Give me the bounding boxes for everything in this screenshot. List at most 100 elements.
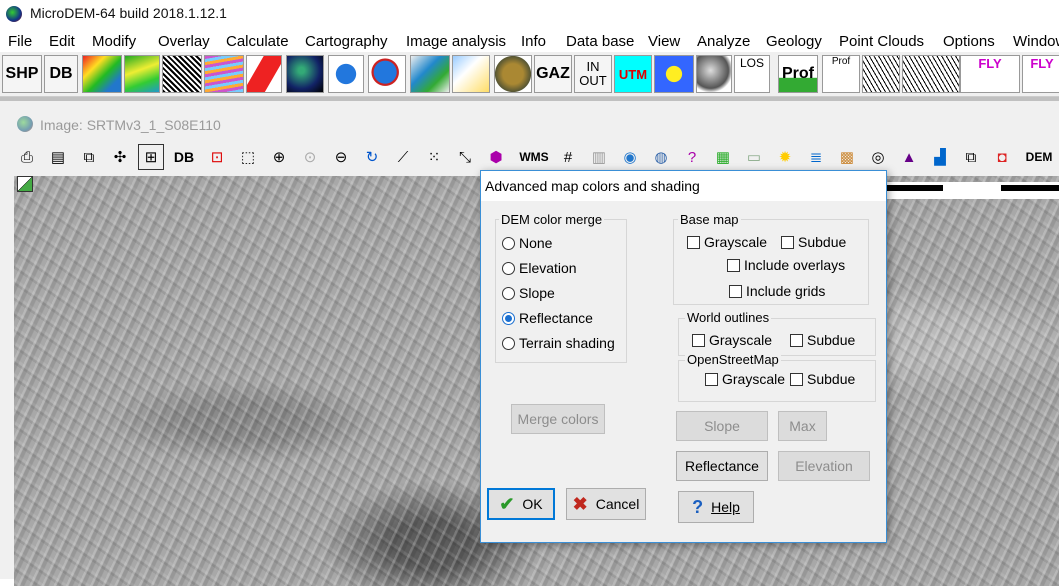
sunburst-icon[interactable]: ✹ <box>772 144 798 170</box>
polygon-tool-icon[interactable]: ⬢ <box>483 144 509 170</box>
profile-small-button[interactable]: Prof <box>822 55 860 93</box>
osm-grayscale-checkbox[interactable]: Grayscale <box>705 371 785 387</box>
hillshade-icon[interactable] <box>162 55 202 93</box>
moon-icon[interactable] <box>696 55 732 93</box>
checkbox[interactable] <box>692 333 705 347</box>
select-area-icon[interactable]: ⬚ <box>235 144 261 170</box>
query-icon[interactable]: ? <box>679 144 705 170</box>
target-icon[interactable]: ◎ <box>865 144 891 170</box>
zoom-full-icon[interactable]: ⊙ <box>297 144 323 170</box>
checkbox[interactable] <box>790 372 803 386</box>
utm-button[interactable]: UTM <box>614 55 652 93</box>
checkbox[interactable] <box>687 235 700 249</box>
include-overlays-checkbox[interactable]: Include overlays <box>727 257 845 273</box>
satellite-image-icon[interactable] <box>246 55 282 93</box>
menu-cartography[interactable]: Cartography <box>305 33 388 50</box>
zoom-out-icon[interactable]: ⊖ <box>328 144 354 170</box>
menu-window[interactable]: Window <box>1013 33 1059 50</box>
subset-icon[interactable]: ⊡ <box>204 144 230 170</box>
zoom-in-icon[interactable]: ⊕ <box>266 144 292 170</box>
compare-icon[interactable]: ◘ <box>989 144 1015 170</box>
ok-button[interactable]: ✔ OK <box>487 488 555 520</box>
radio-elevation[interactable]: Elevation <box>502 260 577 276</box>
texture-icon[interactable]: ▩ <box>834 144 860 170</box>
vegetation-icon[interactable]: ▦ <box>710 144 736 170</box>
reflectance-button[interactable]: Reflectance <box>676 451 768 481</box>
globe-icon[interactable] <box>328 55 364 93</box>
window-tile-icon[interactable]: ⧉ <box>958 144 984 170</box>
map-legend-toggle-icon[interactable] <box>17 176 33 192</box>
radio-button[interactable] <box>502 286 515 300</box>
menu-view[interactable]: View <box>648 33 680 50</box>
profile-button[interactable]: Prof <box>778 55 818 93</box>
db-tool-button[interactable]: DB <box>169 144 199 170</box>
base-map-grayscale-checkbox[interactable]: Grayscale <box>687 234 767 250</box>
elevation-map-icon[interactable] <box>124 55 160 93</box>
save-image-icon[interactable]: ▤ <box>45 144 71 170</box>
checkbox[interactable] <box>729 284 742 298</box>
radio-button-selected[interactable] <box>502 311 515 325</box>
contour-icon[interactable] <box>204 55 244 93</box>
fly-path-icon[interactable] <box>902 55 960 93</box>
db-button[interactable]: DB <box>44 55 78 93</box>
grid-icon[interactable]: # <box>555 144 581 170</box>
menu-edit[interactable]: Edit <box>49 33 75 50</box>
color-bars-icon[interactable]: ≣ <box>803 144 829 170</box>
sun-icon[interactable] <box>654 55 694 93</box>
menu-file[interactable]: File <box>8 33 32 50</box>
menu-modify[interactable]: Modify <box>92 33 136 50</box>
shp-button[interactable]: SHP <box>2 55 42 93</box>
landcover-icon[interactable]: ▟ <box>927 144 953 170</box>
radio-none[interactable]: None <box>502 235 552 251</box>
world-outlines-grayscale-checkbox[interactable]: Grayscale <box>692 332 772 348</box>
elevation-button[interactable]: Elevation <box>778 451 870 481</box>
fly-button[interactable]: FLY <box>960 55 1020 93</box>
checkbox[interactable] <box>781 235 794 249</box>
terrain-icon[interactable]: ▲ <box>896 144 922 170</box>
copy-icon[interactable]: ⧉ <box>76 144 102 170</box>
wms-button[interactable]: WMS <box>516 144 552 170</box>
include-grids-checkbox[interactable]: Include grids <box>729 283 825 299</box>
mesh-icon[interactable] <box>862 55 900 93</box>
slider-icon[interactable]: ▭ <box>741 144 767 170</box>
menu-overlay[interactable]: Overlay <box>158 33 210 50</box>
color-map-icon[interactable] <box>82 55 122 93</box>
layers-icon[interactable]: ▥ <box>586 144 612 170</box>
earth-icon[interactable]: ◉ <box>617 144 643 170</box>
slope-button[interactable]: Slope <box>676 411 768 441</box>
menu-options[interactable]: Options <box>943 33 995 50</box>
globe-grid-icon[interactable] <box>368 55 406 93</box>
gaz-button[interactable]: GAZ <box>534 55 572 93</box>
network-icon[interactable]: ✣ <box>107 144 133 170</box>
menu-calculate[interactable]: Calculate <box>226 33 289 50</box>
landsat-icon[interactable] <box>286 55 324 93</box>
points-tool-icon[interactable]: ⁙ <box>421 144 447 170</box>
map-icon[interactable] <box>452 55 490 93</box>
menu-geology[interactable]: Geology <box>766 33 822 50</box>
menu-image-analysis[interactable]: Image analysis <box>406 33 506 50</box>
menu-point-clouds[interactable]: Point Clouds <box>839 33 924 50</box>
checkbox[interactable] <box>727 258 740 272</box>
3d-block-icon[interactable] <box>410 55 450 93</box>
max-button[interactable]: Max <box>778 411 827 441</box>
redraw-icon[interactable]: ↻ <box>359 144 385 170</box>
fly-button-2[interactable]: FLY <box>1022 55 1059 93</box>
dem-button[interactable]: DEM <box>1022 144 1056 170</box>
radio-slope[interactable]: Slope <box>502 285 555 301</box>
nasa-icon[interactable]: ◍ <box>648 144 674 170</box>
line-tool-icon[interactable]: ⟋ <box>390 144 416 170</box>
merge-colors-button[interactable]: Merge colors <box>511 404 605 434</box>
map-grid-icon[interactable]: ⊞ <box>138 144 164 170</box>
radio-button[interactable] <box>502 336 515 350</box>
world-outlines-subdue-checkbox[interactable]: Subdue <box>790 332 855 348</box>
radio-button[interactable] <box>502 236 515 250</box>
base-map-subdue-checkbox[interactable]: Subdue <box>781 234 846 250</box>
checkbox[interactable] <box>705 372 718 386</box>
radio-reflectance[interactable]: Reflectance <box>502 310 593 326</box>
turtle-icon[interactable] <box>494 55 532 93</box>
print-icon[interactable]: ⎙ <box>14 144 40 170</box>
radio-terrain-shading[interactable]: Terrain shading <box>502 335 615 351</box>
in-out-button[interactable]: IN OUT <box>574 55 612 93</box>
radio-button[interactable] <box>502 261 515 275</box>
help-button[interactable]: ? Help <box>678 491 754 523</box>
